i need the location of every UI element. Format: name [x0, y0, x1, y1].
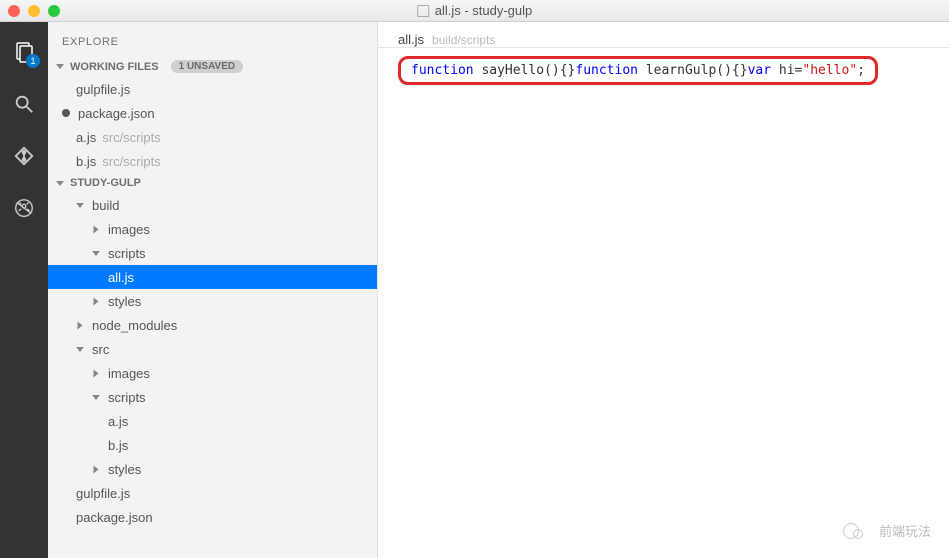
zoom-window-icon[interactable] [48, 5, 60, 17]
working-file[interactable]: a.js src/scripts [48, 125, 377, 149]
chevron-right-icon [94, 465, 99, 473]
file-name: a.js [76, 130, 96, 145]
git-icon[interactable] [10, 142, 38, 170]
file-all-js[interactable]: all.js [48, 265, 377, 289]
folder-src-scripts[interactable]: scripts [48, 385, 377, 409]
file-path: src/scripts [102, 130, 161, 145]
chevron-down-icon [76, 203, 84, 208]
folder-build-styles[interactable]: styles [48, 289, 377, 313]
folder-build[interactable]: build [48, 193, 377, 217]
folder-src-styles[interactable]: styles [48, 457, 377, 481]
window-title: all.js - study-gulp [417, 3, 533, 18]
dirty-dot-icon [62, 109, 70, 117]
debug-icon[interactable] [10, 194, 38, 222]
chevron-down-icon [76, 347, 84, 352]
project-header[interactable]: STUDY-GULP [48, 173, 377, 193]
chevron-down-icon [92, 395, 100, 400]
folder-build-images[interactable]: images [48, 217, 377, 241]
file-a-js[interactable]: a.js [48, 409, 377, 433]
unsaved-badge: 1 UNSAVED [171, 60, 244, 73]
chevron-right-icon [94, 369, 99, 377]
window-title-text: all.js - study-gulp [435, 3, 533, 18]
minimize-window-icon[interactable] [28, 5, 40, 17]
wechat-icon [843, 523, 869, 539]
chevron-right-icon [78, 321, 83, 329]
activity-bar: 1 [0, 22, 48, 558]
working-files-header[interactable]: WORKING FILES 1 UNSAVED [48, 56, 377, 77]
editor-area: all.js build/scripts function sayHello()… [378, 22, 949, 558]
file-b-js[interactable]: b.js [48, 433, 377, 457]
close-window-icon[interactable] [8, 5, 20, 17]
chevron-down-icon [92, 251, 100, 256]
file-icon [417, 5, 429, 17]
main: 1 EXPLORE WORKING FILES 1 UNSAVED gulpfi… [0, 22, 949, 558]
working-file[interactable]: package.json [48, 101, 377, 125]
folder-node-modules[interactable]: node_modules [48, 313, 377, 337]
file-path: src/scripts [102, 154, 161, 169]
working-file[interactable]: b.js src/scripts [48, 149, 377, 173]
traffic-lights [8, 5, 60, 17]
folder-src-images[interactable]: images [48, 361, 377, 385]
code-highlight: function sayHello(){}function learnGulp(… [398, 56, 878, 85]
explorer-badge: 1 [26, 54, 40, 68]
file-package-json[interactable]: package.json [48, 505, 377, 529]
watermark-text: 前端玩法 [879, 521, 931, 540]
file-gulpfile[interactable]: gulpfile.js [48, 481, 377, 505]
chevron-right-icon [94, 297, 99, 305]
tab-name[interactable]: all.js [398, 32, 424, 47]
chevron-down-icon [56, 181, 64, 186]
chevron-right-icon [94, 225, 99, 233]
string: "hello" [802, 63, 857, 78]
file-name: gulpfile.js [76, 82, 130, 97]
working-files-label: WORKING FILES [70, 61, 159, 73]
project-name: STUDY-GULP [70, 177, 141, 189]
search-icon[interactable] [10, 90, 38, 118]
explorer-sidebar: EXPLORE WORKING FILES 1 UNSAVED gulpfile… [48, 22, 378, 558]
working-file[interactable]: gulpfile.js [48, 77, 377, 101]
explorer-icon[interactable]: 1 [10, 38, 38, 66]
tab-path: build/scripts [432, 33, 495, 47]
keyword: var [748, 63, 771, 78]
editor-tabs: all.js build/scripts [378, 22, 949, 48]
watermark: 前端玩法 [843, 521, 931, 540]
chevron-down-icon [56, 64, 64, 69]
window-titlebar: all.js - study-gulp [0, 0, 949, 22]
folder-build-scripts[interactable]: scripts [48, 241, 377, 265]
keyword: function [575, 63, 638, 78]
code-editor[interactable]: function sayHello(){}function learnGulp(… [378, 48, 949, 93]
sidebar-title: EXPLORE [48, 22, 377, 56]
file-name: package.json [78, 106, 155, 121]
file-name: b.js [76, 154, 96, 169]
keyword: function [411, 63, 474, 78]
folder-src[interactable]: src [48, 337, 377, 361]
